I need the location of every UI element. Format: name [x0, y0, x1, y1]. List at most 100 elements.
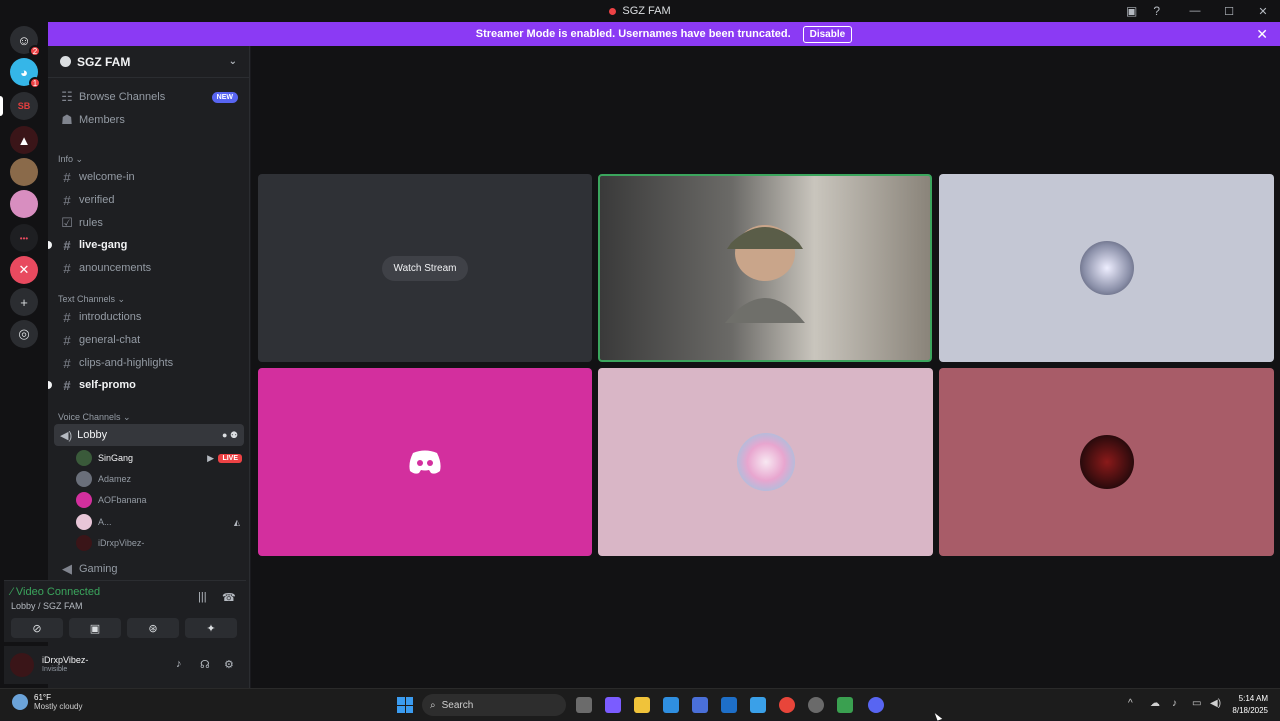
gamepad-icon: ⊛ — [148, 622, 158, 635]
help-icon[interactable]: ? — [1153, 4, 1160, 18]
channel-introductions[interactable]: # introductions — [54, 306, 244, 328]
participant-tile-4[interactable] — [258, 368, 592, 556]
server-icon-face[interactable]: ◕ 1 — [10, 58, 41, 89]
chevron-up-icon[interactable]: ^ — [1128, 698, 1133, 709]
person-silhouette — [725, 225, 805, 323]
hash-icon: # — [63, 260, 71, 276]
banner-text: Streamer Mode is enabled. Usernames have… — [475, 28, 791, 40]
voice-user-aofbanana[interactable]: AOFbanana — [76, 490, 246, 510]
participant-tile-3[interactable] — [939, 174, 1274, 362]
network-cloud-icon[interactable]: ☁ — [1150, 698, 1160, 709]
camera-icon: ▶ — [207, 452, 214, 463]
screen-share-icon: ▣ — [89, 622, 101, 635]
avatar — [76, 514, 92, 530]
channel-actions-icons[interactable]: ● ⚉ — [222, 430, 238, 441]
chrome-icon[interactable] — [779, 697, 795, 713]
participant-tile-6[interactable] — [939, 368, 1274, 556]
channel-anouncements[interactable]: # anouncements — [54, 257, 244, 279]
category-voice[interactable]: Voice Channels ⌄ — [58, 412, 131, 423]
members[interactable]: ☗ Members — [54, 109, 244, 131]
channel-self-promo[interactable]: # self-promo — [48, 374, 244, 396]
channel-rules[interactable]: ☑ rules — [54, 212, 244, 234]
windows-start-icon[interactable] — [397, 697, 413, 713]
voice-channel-gaming[interactable]: ◀ Gaming — [54, 558, 244, 580]
sparkle-icon: ✦ — [206, 622, 216, 635]
soundboard-button[interactable]: ✦ — [185, 618, 237, 638]
discord-taskbar-icon[interactable] — [868, 697, 884, 713]
voice-user-adamez[interactable]: Adamez — [76, 469, 246, 489]
participant-tile-5[interactable] — [598, 368, 933, 556]
server-icon-art2[interactable] — [10, 190, 38, 218]
voice-connection-panel: ⁄ Video Connected Lobby / SGZ FAM ||| ☎ … — [4, 580, 246, 642]
headphones-icon[interactable]: ☊ — [200, 658, 210, 671]
disable-button[interactable]: Disable — [802, 25, 853, 43]
window-title: SGZ FAM — [609, 5, 671, 17]
hash-icon: # — [63, 332, 71, 348]
avatar[interactable] — [10, 653, 34, 677]
camera-off-icon: ⊘ — [32, 622, 42, 635]
edge-icon[interactable] — [663, 697, 679, 713]
outlook-icon[interactable] — [721, 697, 737, 713]
activities-button[interactable]: ⊛ — [127, 618, 179, 638]
close-button[interactable]: ✕ — [1246, 5, 1280, 18]
system-clock[interactable]: 5:14 AM 8/18/2025 — [1232, 693, 1268, 717]
watch-stream-button[interactable]: Watch Stream — [381, 255, 469, 281]
voice-user-a[interactable]: A... ◭ — [76, 512, 246, 532]
app-icon[interactable] — [808, 697, 824, 713]
task-view-icon[interactable] — [576, 697, 592, 713]
copilot-icon[interactable] — [605, 697, 621, 713]
server-icon-x[interactable]: ✕ — [10, 256, 38, 284]
gear-icon[interactable]: ⚙ — [224, 658, 234, 671]
server-icon-dots[interactable]: ••• — [10, 224, 38, 252]
avatar — [76, 450, 92, 466]
voice-status[interactable]: ⁄ Video Connected — [11, 586, 100, 598]
soundboard-icon[interactable]: ||| — [198, 591, 207, 603]
category-text[interactable]: Text Channels ⌄ — [58, 294, 125, 305]
discover-icon[interactable]: ◎ — [10, 320, 38, 348]
cloud-icon — [12, 694, 28, 710]
voice-channel-lobby[interactable]: ◀) Lobby ● ⚉ — [54, 424, 244, 446]
members-icon: ☗ — [61, 112, 73, 127]
disconnect-icon[interactable]: ☎ — [222, 591, 236, 604]
store-icon[interactable] — [692, 697, 708, 713]
channel-live-gang[interactable]: # live-gang — [48, 234, 244, 256]
taskbar-search[interactable]: ⌕ Search — [422, 694, 566, 716]
inbox-icon[interactable]: ▣ — [1126, 4, 1137, 18]
unread-indicator — [48, 241, 52, 249]
microphone-icon[interactable]: ♪ — [176, 658, 182, 670]
app-icon-green[interactable] — [837, 697, 853, 713]
browse-channels[interactable]: ☷ Browse Channels NEW — [54, 86, 244, 108]
channel-general-chat[interactable]: # general-chat — [54, 329, 244, 351]
file-explorer-icon[interactable] — [634, 697, 650, 713]
stream-tile[interactable]: Watch Stream — [258, 174, 592, 362]
maximize-button[interactable]: ☐ — [1212, 5, 1246, 18]
video-stage: Watch Stream — [251, 46, 1280, 688]
microphone-icon[interactable]: ♪ — [1172, 698, 1177, 709]
server-icon-art1[interactable] — [10, 158, 38, 186]
channel-clips-and-highlights[interactable]: # clips-and-highlights — [54, 352, 244, 374]
server-header[interactable]: SGZ FAM ⌄ — [48, 46, 249, 78]
display-icon[interactable]: ▭ — [1192, 698, 1201, 709]
home-discord-icon[interactable]: ☺ 2 — [10, 26, 41, 57]
add-server-icon[interactable]: + — [10, 288, 38, 316]
channel-welcome-in[interactable]: # welcome-in — [54, 166, 244, 188]
server-icon-sb[interactable]: SB — [10, 92, 38, 120]
avatar — [76, 492, 92, 508]
hash-icon: # — [63, 237, 71, 253]
server-icon-hood[interactable]: ▲ — [10, 126, 38, 154]
weather-widget[interactable]: 61°F Mostly cloudy — [12, 693, 82, 711]
camera-tile[interactable] — [598, 174, 932, 362]
voice-user-idrxpvibez[interactable]: iDrxpVibez- — [76, 533, 246, 553]
office-icon[interactable] — [750, 697, 766, 713]
channel-verified[interactable]: # verified — [54, 189, 244, 211]
category-info[interactable]: Info ⌄ — [58, 154, 83, 165]
close-icon[interactable]: ✕ — [1256, 26, 1268, 43]
voice-user-singang[interactable]: SinGang ▶ LIVE — [76, 448, 246, 468]
user-name: iDrxpVibez- — [42, 655, 89, 665]
notification-badge: 1 — [29, 77, 41, 89]
screen-share-button[interactable]: ▣ — [69, 618, 121, 638]
camera-toggle-button[interactable]: ⊘ — [11, 618, 63, 638]
live-dot-icon — [609, 7, 617, 15]
volume-icon[interactable]: ◀) — [1210, 698, 1221, 709]
minimize-button[interactable]: — — [1178, 5, 1212, 17]
